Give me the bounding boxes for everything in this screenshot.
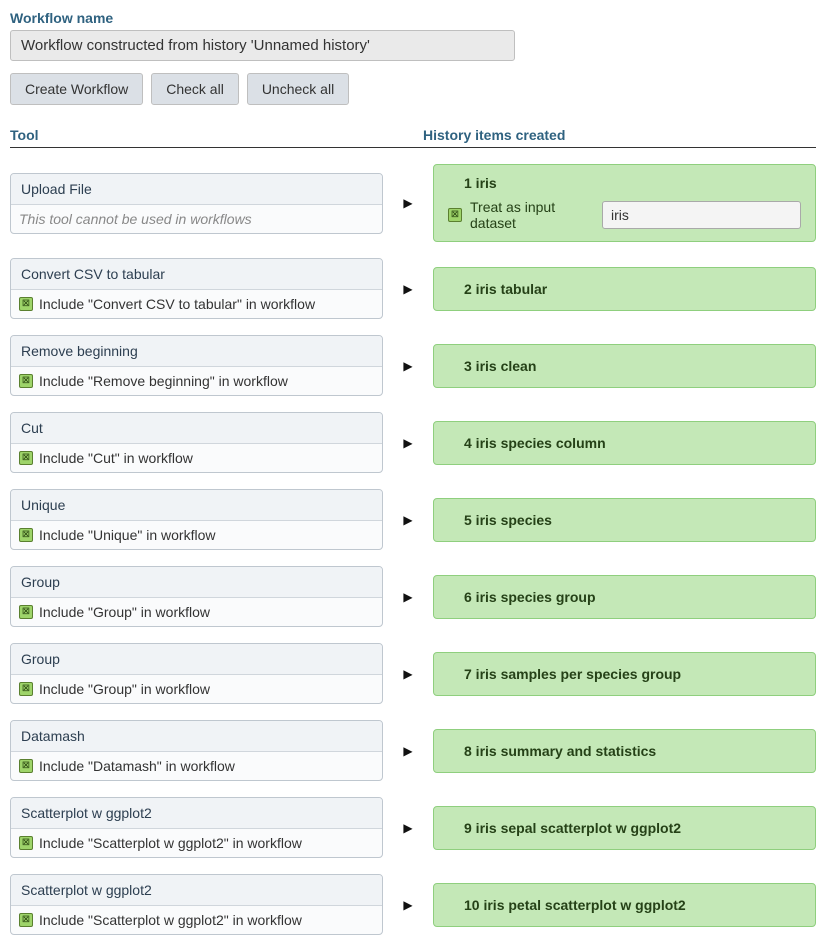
workflow-row: Convert CSV to tabular ⊠ Include "Conver… — [10, 258, 816, 319]
workflow-row: Remove beginning ⊠ Include "Remove begin… — [10, 335, 816, 396]
history-item-title: 4 iris species column — [464, 435, 801, 451]
history-item-box: 1 iris ⊠ Treat as input dataset — [433, 164, 816, 242]
tool-title: Group — [11, 644, 382, 675]
include-label: Include "Group" in workflow — [39, 681, 210, 697]
tool-box: Convert CSV to tabular ⊠ Include "Conver… — [10, 258, 383, 319]
history-item-box: 7 iris samples per species group — [433, 652, 816, 696]
action-button-row: Create Workflow Check all Uncheck all — [10, 73, 816, 105]
tool-note: This tool cannot be used in workflows — [11, 205, 382, 233]
arrow-icon: ▶ — [383, 196, 433, 210]
tool-box: Group ⊠ Include "Group" in workflow — [10, 566, 383, 627]
create-workflow-button[interactable]: Create Workflow — [10, 73, 143, 105]
tool-box: Scatterplot w ggplot2 ⊠ Include "Scatter… — [10, 797, 383, 858]
workflow-row: Upload File This tool cannot be used in … — [10, 164, 816, 242]
workflow-name-input[interactable] — [10, 30, 515, 61]
workflow-row: Cut ⊠ Include "Cut" in workflow ▶ 4 iris… — [10, 412, 816, 473]
tool-title: Scatterplot w ggplot2 — [11, 875, 382, 906]
include-checkbox[interactable]: ⊠ — [19, 759, 33, 773]
arrow-icon: ▶ — [383, 744, 433, 758]
workflow-name-label: Workflow name — [10, 10, 816, 26]
workflow-row: Datamash ⊠ Include "Datamash" in workflo… — [10, 720, 816, 781]
arrow-icon: ▶ — [383, 513, 433, 527]
include-label: Include "Group" in workflow — [39, 604, 210, 620]
tool-box: Cut ⊠ Include "Cut" in workflow — [10, 412, 383, 473]
include-checkbox[interactable]: ⊠ — [19, 836, 33, 850]
include-checkbox[interactable]: ⊠ — [19, 451, 33, 465]
workflow-row: Group ⊠ Include "Group" in workflow ▶ 6 … — [10, 566, 816, 627]
history-item-box: 5 iris species — [433, 498, 816, 542]
include-label: Include "Datamash" in workflow — [39, 758, 235, 774]
tool-box: Scatterplot w ggplot2 ⊠ Include "Scatter… — [10, 874, 383, 935]
include-checkbox[interactable]: ⊠ — [19, 682, 33, 696]
tool-title: Group — [11, 567, 382, 598]
history-item-box: 6 iris species group — [433, 575, 816, 619]
include-label: Include "Cut" in workflow — [39, 450, 193, 466]
history-column-header: History items created — [423, 127, 816, 143]
arrow-icon: ▶ — [383, 898, 433, 912]
history-item-box: 4 iris species column — [433, 421, 816, 465]
history-item-title: 6 iris species group — [464, 589, 801, 605]
tool-title: Scatterplot w ggplot2 — [11, 798, 382, 829]
include-checkbox[interactable]: ⊠ — [19, 528, 33, 542]
include-checkbox[interactable]: ⊠ — [19, 297, 33, 311]
arrow-icon: ▶ — [383, 821, 433, 835]
history-item-title: 3 iris clean — [464, 358, 801, 374]
tool-box: Datamash ⊠ Include "Datamash" in workflo… — [10, 720, 383, 781]
workflow-row: Group ⊠ Include "Group" in workflow ▶ 7 … — [10, 643, 816, 704]
arrow-icon: ▶ — [383, 436, 433, 450]
treat-input-checkbox[interactable]: ⊠ — [448, 208, 462, 222]
tool-title: Convert CSV to tabular — [11, 259, 382, 290]
tool-title: Remove beginning — [11, 336, 382, 367]
workflow-row: Scatterplot w ggplot2 ⊠ Include "Scatter… — [10, 797, 816, 858]
tool-box-upload: Upload File This tool cannot be used in … — [10, 173, 383, 234]
tool-title: Unique — [11, 490, 382, 521]
treat-input-field[interactable] — [602, 201, 801, 229]
include-label: Include "Scatterplot w ggplot2" in workf… — [39, 835, 302, 851]
history-item-box: 3 iris clean — [433, 344, 816, 388]
include-label: Include "Convert CSV to tabular" in work… — [39, 296, 315, 312]
include-label: Include "Unique" in workflow — [39, 527, 215, 543]
tool-box: Remove beginning ⊠ Include "Remove begin… — [10, 335, 383, 396]
uncheck-all-button[interactable]: Uncheck all — [247, 73, 349, 105]
history-item-title: 1 iris — [464, 175, 801, 191]
tool-box: Unique ⊠ Include "Unique" in workflow — [10, 489, 383, 550]
arrow-icon: ▶ — [383, 590, 433, 604]
check-all-button[interactable]: Check all — [151, 73, 239, 105]
tool-column-header: Tool — [10, 127, 423, 143]
history-item-title: 5 iris species — [464, 512, 801, 528]
history-item-box: 2 iris tabular — [433, 267, 816, 311]
history-item-title: 10 iris petal scatterplot w ggplot2 — [464, 897, 801, 913]
include-checkbox[interactable]: ⊠ — [19, 913, 33, 927]
arrow-icon: ▶ — [383, 282, 433, 296]
tool-title: Upload File — [11, 174, 382, 205]
tool-box: Group ⊠ Include "Group" in workflow — [10, 643, 383, 704]
arrow-icon: ▶ — [383, 359, 433, 373]
history-item-title: 2 iris tabular — [464, 281, 801, 297]
include-label: Include "Remove beginning" in workflow — [39, 373, 288, 389]
history-item-title: 7 iris samples per species group — [464, 666, 801, 682]
treat-input-label: Treat as input dataset — [470, 199, 594, 231]
history-item-box: 8 iris summary and statistics — [433, 729, 816, 773]
tool-title: Cut — [11, 413, 382, 444]
arrow-icon: ▶ — [383, 667, 433, 681]
workflow-row: Unique ⊠ Include "Unique" in workflow ▶ … — [10, 489, 816, 550]
workflow-row: Scatterplot w ggplot2 ⊠ Include "Scatter… — [10, 874, 816, 935]
include-checkbox[interactable]: ⊠ — [19, 374, 33, 388]
history-item-box: 10 iris petal scatterplot w ggplot2 — [433, 883, 816, 927]
history-item-title: 8 iris summary and statistics — [464, 743, 801, 759]
include-checkbox[interactable]: ⊠ — [19, 605, 33, 619]
tool-title: Datamash — [11, 721, 382, 752]
include-label: Include "Scatterplot w ggplot2" in workf… — [39, 912, 302, 928]
history-item-title: 9 iris sepal scatterplot w ggplot2 — [464, 820, 801, 836]
history-item-box: 9 iris sepal scatterplot w ggplot2 — [433, 806, 816, 850]
columns-header: Tool History items created — [10, 127, 816, 148]
